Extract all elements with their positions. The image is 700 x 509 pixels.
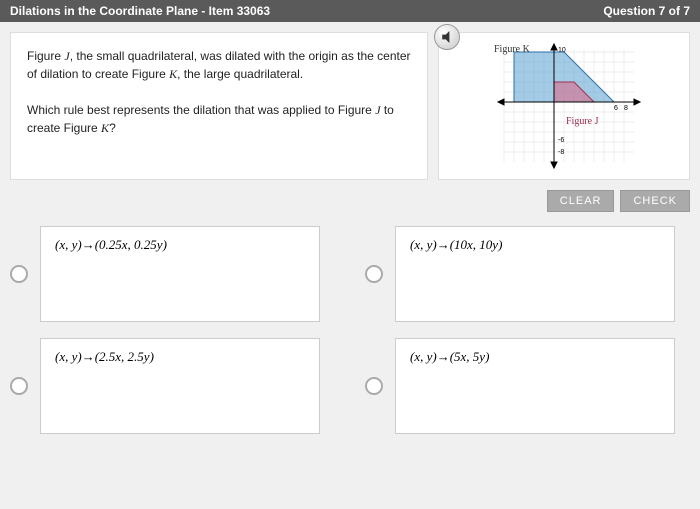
choice-a-card: (x, y)→(0.25x, 0.25y) bbox=[40, 226, 320, 322]
radio-b[interactable] bbox=[365, 265, 383, 283]
figure-card: Figure K Figure J bbox=[438, 32, 690, 180]
svg-text:-8: -8 bbox=[558, 149, 564, 156]
radio-a[interactable] bbox=[10, 265, 28, 283]
choice-c[interactable]: (x, y)→(2.5x, 2.5y) bbox=[10, 338, 335, 434]
top-row: Figure J, the small quadrilateral, was d… bbox=[10, 32, 690, 180]
clear-button[interactable]: CLEAR bbox=[547, 190, 615, 212]
choice-b-text: (x, y)→(10x, 10y) bbox=[410, 237, 502, 252]
question-progress: Question 7 of 7 bbox=[603, 4, 690, 18]
question-paragraph-2: Which rule best represents the dilation … bbox=[27, 101, 411, 137]
choice-c-card: (x, y)→(2.5x, 2.5y) bbox=[40, 338, 320, 434]
choices-grid: (x, y)→(0.25x, 0.25y) (x, y)→(10x, 10y) … bbox=[10, 226, 690, 434]
header-title: Dilations in the Coordinate Plane - Item… bbox=[10, 4, 270, 18]
choice-d-card: (x, y)→(5x, 5y) bbox=[395, 338, 675, 434]
figure-j-label: Figure J bbox=[566, 116, 599, 127]
svg-text:-6: -6 bbox=[558, 137, 564, 144]
coordinate-graph: Figure K Figure J bbox=[484, 42, 644, 170]
button-row: CLEAR CHECK bbox=[10, 190, 690, 212]
radio-c[interactable] bbox=[10, 377, 28, 395]
graph-svg: 10 6 8 -8 -6 bbox=[484, 42, 644, 170]
svg-text:6: 6 bbox=[614, 105, 618, 112]
choice-d[interactable]: (x, y)→(5x, 5y) bbox=[365, 338, 690, 434]
radio-d[interactable] bbox=[365, 377, 383, 395]
txt: , the large quadrilateral. bbox=[177, 67, 303, 81]
txt: ? bbox=[109, 121, 116, 135]
audio-button[interactable] bbox=[434, 24, 460, 50]
question-card: Figure J, the small quadrilateral, was d… bbox=[10, 32, 428, 180]
figure-k-label: Figure K bbox=[494, 44, 530, 55]
choice-d-text: (x, y)→(5x, 5y) bbox=[410, 349, 489, 364]
svg-text:8: 8 bbox=[624, 105, 628, 112]
svg-text:10: 10 bbox=[558, 47, 566, 54]
choice-a[interactable]: (x, y)→(0.25x, 0.25y) bbox=[10, 226, 335, 322]
choice-a-text: (x, y)→(0.25x, 0.25y) bbox=[55, 237, 167, 252]
check-button[interactable]: CHECK bbox=[620, 190, 690, 212]
txt: Which rule best represents the dilation … bbox=[27, 103, 375, 117]
figure-k-ref2: K bbox=[101, 121, 109, 135]
choice-b-card: (x, y)→(10x, 10y) bbox=[395, 226, 675, 322]
main-area: Figure J, the small quadrilateral, was d… bbox=[0, 22, 700, 444]
figure-k-ref: K bbox=[169, 67, 177, 81]
question-paragraph-1: Figure J, the small quadrilateral, was d… bbox=[27, 47, 411, 83]
speaker-icon bbox=[441, 31, 453, 43]
choice-c-text: (x, y)→(2.5x, 2.5y) bbox=[55, 349, 154, 364]
choice-b[interactable]: (x, y)→(10x, 10y) bbox=[365, 226, 690, 322]
header-bar: Dilations in the Coordinate Plane - Item… bbox=[0, 0, 700, 22]
txt: Figure bbox=[27, 49, 64, 63]
